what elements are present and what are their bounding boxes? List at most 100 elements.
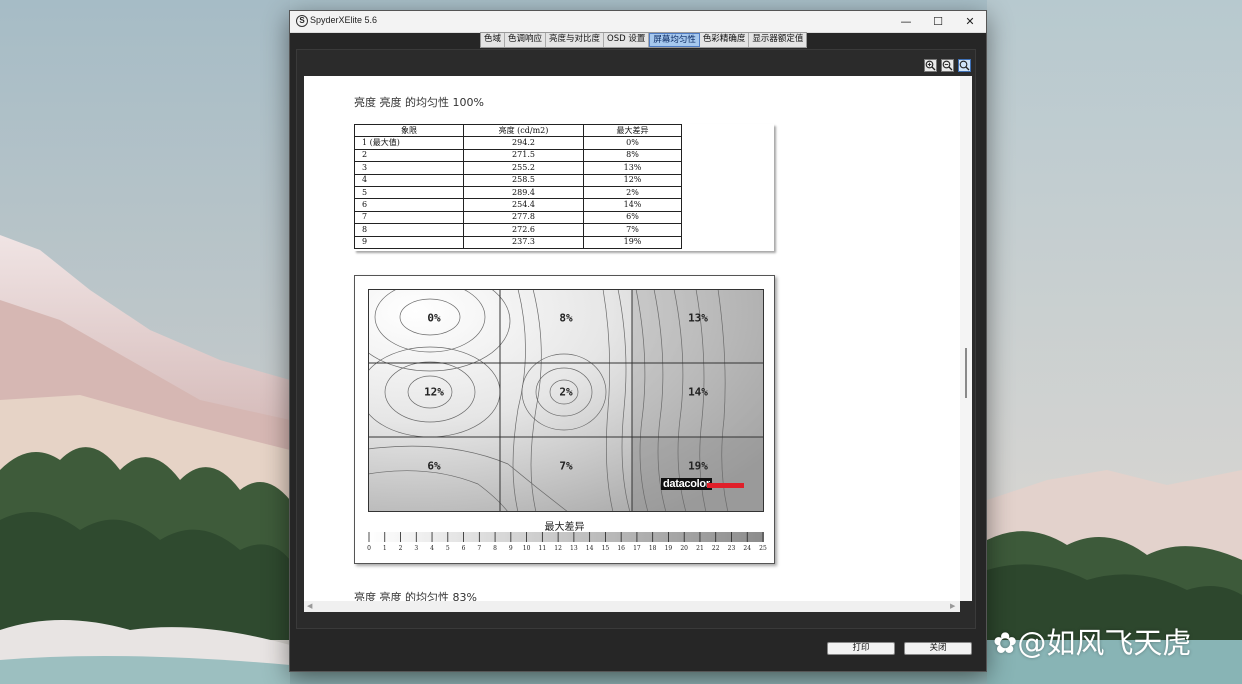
watermark-text: @如风飞天虎 <box>1017 626 1192 660</box>
tab-gamut[interactable]: 色域 <box>481 33 506 47</box>
tab-screen-uniformity[interactable]: 屏幕均匀性 <box>649 33 700 47</box>
cell-luminance: 271.5 <box>463 148 584 163</box>
print-button[interactable]: 打印 <box>827 642 895 655</box>
scale-tick-label: 11 <box>538 545 547 552</box>
vertical-scrollbar[interactable] <box>960 76 972 601</box>
report-tabs: 色域 色调响应 亮度与对比度 OSD 设置 屏幕均匀性 色彩精确度 显示器额定值 <box>480 32 808 48</box>
cell-luminance: 277.8 <box>463 210 584 225</box>
cell-quadrant: 8 <box>354 223 464 237</box>
scale-tick-label: 4 <box>430 545 434 552</box>
scale-tick-label: 17 <box>633 545 641 552</box>
scale-tick-label: 16 <box>617 545 625 552</box>
scale-tick-label: 10 <box>522 545 531 552</box>
cell-diff: 19% <box>583 235 682 249</box>
cell-quadrant: 4 <box>354 173 464 187</box>
table-row: 1 (最大值) 294.2 0% <box>354 136 682 150</box>
cell-diff: 6% <box>583 210 682 225</box>
cell-diff: 0% <box>583 136 682 150</box>
datacolor-logo: datacolor <box>661 478 712 490</box>
tab-tone-response[interactable]: 色调响应 <box>505 33 547 47</box>
map-label-q7: 6% <box>427 459 441 473</box>
tab-osd-settings[interactable]: OSD 设置 <box>604 33 650 47</box>
baidu-paw-icon: ✿ <box>993 626 1018 660</box>
scale-tick-label: 6 <box>461 545 466 552</box>
table-row: 9 237.3 19% <box>354 235 682 249</box>
scale-tick-label: 25 <box>759 545 767 552</box>
cell-quadrant: 7 <box>354 210 464 225</box>
cell-luminance: 258.5 <box>463 173 584 187</box>
cell-quadrant: 9 <box>354 235 464 249</box>
table-header-row: 象限 亮度 (cd/m2) 最大差异 <box>354 123 682 138</box>
cell-quadrant: 2 <box>354 148 464 163</box>
cell-luminance: 289.4 <box>463 185 584 200</box>
scale-tick-label: 20 <box>680 545 689 552</box>
maximize-button[interactable]: ☐ <box>922 11 954 32</box>
map-label-q8: 7% <box>559 459 573 473</box>
scale-tick-label: 9 <box>508 545 513 552</box>
scale-tick-label: 5 <box>445 545 450 552</box>
title-bar[interactable]: S SpyderXElite 5.6 — ☐ ✕ <box>290 11 986 33</box>
scale-tick-label: 3 <box>414 545 419 552</box>
scroll-right-arrow-icon[interactable]: ▶ <box>950 601 955 612</box>
spyderx-window: S SpyderXElite 5.6 — ☐ ✕ 色域 色调响应 亮度与对比度 … <box>289 10 987 672</box>
cell-diff: 12% <box>583 173 682 187</box>
report-page[interactable]: 亮度 亮度 的均匀性 100% 象限 亮度 (cd/m2) 最大差异 1 (最大… <box>304 76 960 601</box>
map-label-q3: 13% <box>688 311 708 325</box>
scale-tick-label: 8 <box>493 545 497 552</box>
cell-diff: 2% <box>583 185 682 200</box>
scale-tick-label: 7 <box>477 545 482 552</box>
scale-tick-label: 22 <box>711 545 720 552</box>
spyder-app-icon: S <box>296 15 308 27</box>
horizontal-scrollbar[interactable]: ◀ ▶ <box>304 601 960 612</box>
scale-title: 最大差异 <box>544 522 585 533</box>
scale-tick-label: 12 <box>554 545 562 552</box>
header-max-diff: 最大差异 <box>583 123 682 138</box>
header-quadrant: 象限 <box>354 123 464 138</box>
zoom-in-icon <box>925 60 936 71</box>
vertical-scroll-thumb[interactable] <box>965 348 967 398</box>
scale-tick-label: 24 <box>743 545 752 552</box>
cell-quadrant: 5 <box>354 185 464 200</box>
close-button[interactable]: 关闭 <box>904 642 972 655</box>
scale-tick-label: 13 <box>570 545 578 552</box>
cell-quadrant: 6 <box>354 198 464 212</box>
cell-diff: 13% <box>583 161 682 175</box>
window-title: SpyderXElite 5.6 <box>310 15 378 25</box>
desktop-wallpaper-right <box>987 0 1242 684</box>
wallpaper-landscape-right <box>987 0 1242 684</box>
section-title-83: 亮度 亮度 的均匀性 83% <box>354 591 477 601</box>
map-label-q5: 2% <box>559 385 573 399</box>
scroll-left-arrow-icon[interactable]: ◀ <box>307 601 312 612</box>
uniformity-table-card: 象限 亮度 (cd/m2) 最大差异 1 (最大值) 294.2 0% 2 271.5… <box>354 123 774 251</box>
tab-brightness-contrast[interactable]: 亮度与对比度 <box>546 33 605 47</box>
cell-luminance: 272.6 <box>463 223 584 237</box>
table-row: 6 254.4 14% <box>354 198 682 212</box>
table-row: 5 289.4 2% <box>354 185 682 200</box>
zoom-in-button[interactable] <box>924 59 937 72</box>
close-window-button[interactable]: ✕ <box>954 11 986 32</box>
cell-diff: 14% <box>583 198 682 212</box>
scale-tick-label: 0 <box>367 545 371 552</box>
tab-color-accuracy[interactable]: 色彩精确度 <box>700 33 750 47</box>
watermark: ✿@如风飞天虎 <box>993 620 1191 662</box>
map-label-q9: 19% <box>688 459 708 473</box>
section-title-100: 亮度 亮度 的均匀性 100% <box>354 96 484 109</box>
zoom-fit-icon <box>959 60 970 71</box>
table-row: 7 277.8 6% <box>354 210 682 225</box>
scale-tick-label: 15 <box>601 545 610 552</box>
scale-tick-label: 21 <box>696 545 704 552</box>
cell-luminance: 254.4 <box>463 198 584 212</box>
cell-luminance: 255.2 <box>463 161 584 175</box>
zoom-out-button[interactable] <box>941 59 954 72</box>
tab-display-rating[interactable]: 显示器额定值 <box>749 33 806 47</box>
zoom-fit-button[interactable] <box>958 59 971 72</box>
cell-quadrant: 1 (最大值) <box>354 136 464 150</box>
cell-luminance: 294.2 <box>463 136 584 150</box>
scale-tick-label: 14 <box>585 545 594 552</box>
cell-diff: 8% <box>583 148 682 163</box>
cell-quadrant: 3 <box>354 161 464 175</box>
minimize-button[interactable]: — <box>890 11 922 32</box>
cell-luminance: 237.3 <box>463 235 584 249</box>
table-row: 2 271.5 8% <box>354 148 682 163</box>
datacolor-logo-stripe <box>707 483 744 488</box>
